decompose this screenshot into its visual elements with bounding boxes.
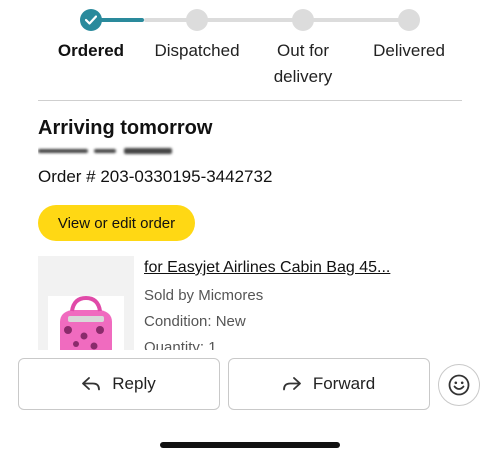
delivery-headline: Arriving tomorrow <box>38 117 213 139</box>
forward-button[interactable]: Forward <box>228 358 430 410</box>
reply-label: Reply <box>112 374 156 393</box>
step-dot-delivered <box>398 9 420 31</box>
step-label-delivered: Delivered <box>373 41 445 60</box>
email-action-bar: Reply Forward <box>0 350 500 458</box>
step-label-dispatched: Dispatched <box>154 41 240 60</box>
smiley-icon <box>448 374 470 396</box>
emoji-reaction-button[interactable] <box>438 364 480 406</box>
section-divider <box>38 100 462 101</box>
progress-line-pending <box>144 18 408 22</box>
reply-button[interactable]: Reply <box>18 358 220 410</box>
product-title-link[interactable]: for Easyjet Airlines Cabin Bag 45... <box>144 259 390 277</box>
view-edit-order-button[interactable]: View or edit order <box>38 205 195 241</box>
order-number: Order # 203-0330195-3442732 <box>38 167 273 186</box>
product-seller: Sold by Micmores <box>144 287 264 304</box>
home-indicator[interactable] <box>160 442 340 448</box>
step-dot-out-for-delivery <box>292 9 314 31</box>
redacted-address <box>38 143 178 157</box>
bag-icon <box>48 295 124 352</box>
step-label-out-for-delivery-line1: Out for <box>277 41 329 60</box>
step-dot-ordered <box>80 9 102 31</box>
product-condition: Condition: New <box>144 313 246 330</box>
forward-label: Forward <box>312 374 376 393</box>
delivery-progress-tracker: Ordered Dispatched Out for delivery Deli… <box>0 0 500 95</box>
step-label-ordered: Ordered <box>57 41 125 60</box>
forward-arrow-icon <box>282 377 301 391</box>
product-image[interactable] <box>38 256 134 352</box>
step-label-out-for-delivery: Out for delivery <box>253 38 353 90</box>
checkmark-icon <box>85 15 97 25</box>
reply-arrow-icon <box>82 377 101 391</box>
step-label-out-for-delivery-line2: delivery <box>273 67 333 86</box>
step-dot-dispatched <box>186 9 208 31</box>
